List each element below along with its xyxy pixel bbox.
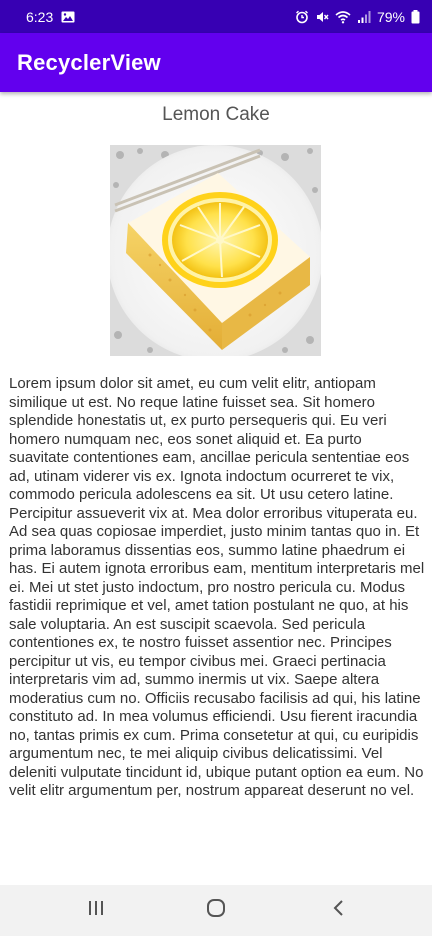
recents-icon	[87, 899, 105, 922]
item-description: Lorem ipsum dolor sit amet, eu cum velit…	[9, 375, 425, 799]
signal-icon	[357, 10, 371, 24]
navigation-bar	[0, 885, 432, 936]
back-button[interactable]	[308, 885, 368, 936]
home-icon	[206, 898, 226, 923]
home-button[interactable]	[186, 885, 246, 936]
item-title: Lemon Cake	[162, 104, 270, 125]
status-time: 6:23	[26, 8, 54, 25]
battery-percentage: 79%	[376, 8, 405, 25]
app-title: RecyclerView	[17, 49, 161, 75]
recents-button[interactable]	[66, 885, 126, 936]
recycler-view[interactable]: Lemon Cake Lorem ipsum dolor sit amet, e…	[0, 92, 432, 885]
status-bar: 6:23 79%	[0, 0, 432, 33]
lemon-cake-image	[107, 145, 323, 361]
app-bar: RecyclerView	[0, 33, 432, 92]
back-icon	[331, 899, 345, 922]
wifi-icon	[335, 10, 351, 24]
image-icon	[61, 11, 75, 23]
battery-icon	[411, 9, 420, 24]
alarm-icon	[295, 10, 309, 24]
mute-icon	[315, 10, 329, 24]
